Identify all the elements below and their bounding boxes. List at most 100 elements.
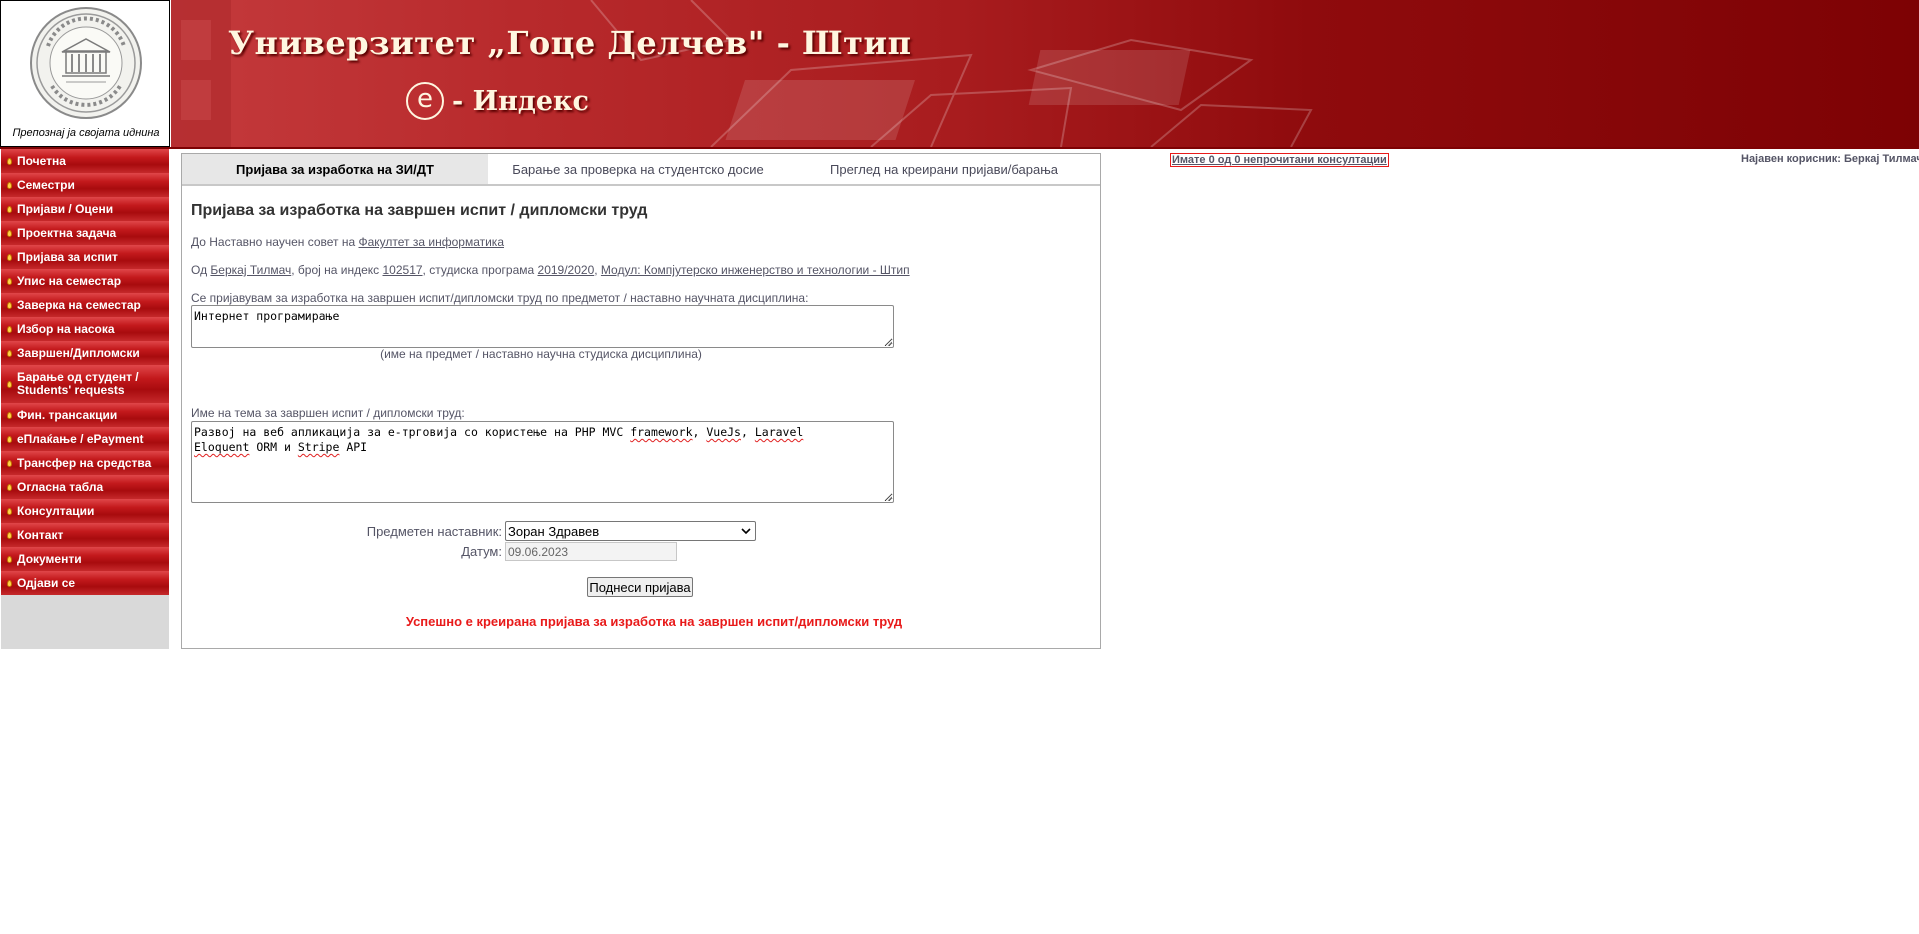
sidebar-item-student-requests[interactable]: Барање од студент / Students' requests bbox=[1, 365, 169, 403]
sidebar-item-exams-grades[interactable]: Пријави / Оцени bbox=[1, 197, 169, 221]
sidebar-item-label: Документи bbox=[17, 551, 82, 566]
mentor-select[interactable]: Зоран Здравев bbox=[505, 521, 756, 541]
recipient-prefix: До Наставно научен совет на bbox=[191, 235, 359, 249]
date-field: 09.06.2023 bbox=[505, 542, 677, 561]
bullet-icon bbox=[7, 277, 12, 285]
topic-word-flagged: Eloquent bbox=[194, 440, 250, 454]
study-year-link[interactable]: 2019/2020 bbox=[538, 263, 595, 277]
mentor-label: Предметен наставник: bbox=[366, 524, 502, 539]
sidebar-item-epayment[interactable]: еПлаќање / ePayment bbox=[1, 427, 169, 451]
index-number-link[interactable]: 102517 bbox=[383, 263, 423, 277]
sidebar-item-label: Проектна задача bbox=[17, 225, 117, 240]
topic-text: , bbox=[740, 425, 755, 439]
sidebar-item-track-selection[interactable]: Избор на насока bbox=[1, 317, 169, 341]
sidebar-item-label: еПлаќање / ePayment bbox=[17, 431, 144, 446]
bullet-icon bbox=[7, 205, 12, 213]
success-message: Успешно е креирана пријава за изработка … bbox=[405, 614, 903, 629]
sidebar-item-notice-board[interactable]: Огласна табла bbox=[1, 475, 169, 499]
topic-word-flagged: VueJs bbox=[706, 425, 741, 439]
sidebar-item-exam-registration[interactable]: Пријава за испит bbox=[1, 245, 169, 269]
study-program-prefix: , студиска програма bbox=[422, 263, 538, 277]
unread-consultations-link[interactable]: Имате 0 од 0 непрочитани консултации bbox=[1170, 153, 1389, 167]
subject-textarea[interactable]: Интернет програмирање bbox=[191, 305, 894, 348]
sidebar-item-label: Пријави / Оцени bbox=[17, 201, 114, 216]
bullet-icon bbox=[7, 435, 12, 443]
e-letter-icon: e bbox=[406, 82, 444, 120]
header: Препознај ја својата иднина Универзитет … bbox=[0, 0, 1919, 149]
bullet-icon bbox=[7, 507, 12, 515]
sidebar-item-label: Одјави се bbox=[17, 575, 76, 590]
bullet-icon bbox=[7, 301, 12, 309]
faculty-link[interactable]: Факултет за информатика bbox=[359, 235, 505, 249]
sidebar-item-label: Трансфер на средства bbox=[17, 455, 152, 470]
bullet-icon bbox=[7, 531, 12, 539]
bullet-icon bbox=[7, 555, 12, 563]
chevron-down-icon bbox=[741, 528, 751, 535]
module-separator: , bbox=[594, 263, 601, 277]
topic-textarea[interactable]: Развој на веб апликација за е-трговија с… bbox=[191, 421, 894, 503]
tab-thesis-application[interactable]: Пријава за изработка на ЗИ/ДТ bbox=[182, 154, 488, 184]
sidebar-nav: Почетна Семестри Пријави / Оцени Проектн… bbox=[1, 149, 169, 649]
sidebar-item-label: Заверка на семестар bbox=[17, 297, 141, 312]
thesis-application-panel: Пријава за изработка на ЗИ/ДТ Барање за … bbox=[181, 153, 1101, 649]
header-divider bbox=[0, 147, 1919, 149]
topic-text: API bbox=[339, 440, 368, 454]
sidebar-item-final-thesis[interactable]: Завршен/Дипломски bbox=[1, 341, 169, 365]
sidebar-item-label: Контакт bbox=[17, 527, 64, 542]
module-link[interactable]: Модул: Компјутерско инженерство и технол… bbox=[601, 263, 910, 277]
student-name-link[interactable]: Беркај Тилмач bbox=[210, 263, 291, 277]
app-title-text: - Индекс bbox=[452, 85, 589, 117]
tab-dossier-check-request[interactable]: Барање за проверка на студентско досие bbox=[488, 154, 788, 184]
topic-text: , bbox=[692, 425, 707, 439]
bullet-icon bbox=[7, 459, 12, 467]
mentor-selected-value: Зоран Здравев bbox=[508, 523, 600, 539]
student-info-line: Од Беркај Тилмач, број на индекс 102517,… bbox=[191, 263, 910, 277]
bullet-icon bbox=[7, 349, 12, 357]
sidebar-item-documents[interactable]: Документи bbox=[1, 547, 169, 571]
sidebar-item-label: Почетна bbox=[17, 153, 66, 168]
topic-word-flagged: framework bbox=[630, 425, 693, 439]
sidebar-item-label: Барање од студент / Students' requests bbox=[17, 370, 139, 397]
sidebar-item-label: Завршен/Дипломски bbox=[17, 345, 140, 360]
topic-text: ORM и bbox=[249, 440, 298, 454]
university-logo: Препознај ја својата иднина bbox=[0, 0, 170, 147]
bullet-icon bbox=[7, 325, 12, 333]
resize-grip-icon[interactable] bbox=[884, 338, 892, 346]
bullet-icon bbox=[7, 380, 12, 388]
topic-text: Развој на веб апликација за е-трговија с… bbox=[194, 425, 631, 439]
bullet-icon bbox=[7, 579, 12, 587]
recipient-line: До Наставно научен совет на Факултет за … bbox=[191, 235, 504, 249]
index-prefix: , број на индекс bbox=[291, 263, 383, 277]
sidebar-item-consultations[interactable]: Консултации bbox=[1, 499, 169, 523]
subject-hint: (име на предмет / наставно научна студис… bbox=[380, 347, 702, 361]
resize-grip-icon[interactable] bbox=[884, 493, 892, 501]
sidebar-item-semester-enrollment[interactable]: Упис на семестар bbox=[1, 269, 169, 293]
sidebar-item-contact[interactable]: Контакт bbox=[1, 523, 169, 547]
sidebar-item-semester-verification[interactable]: Заверка на семестар bbox=[1, 293, 169, 317]
app-title: e - Индекс bbox=[406, 82, 589, 120]
sidebar-item-home[interactable]: Почетна bbox=[1, 149, 169, 173]
form-title: Пријава за изработка на завршен испит / … bbox=[191, 202, 648, 219]
sidebar-item-semesters[interactable]: Семестри bbox=[1, 173, 169, 197]
sidebar-item-financial-transactions[interactable]: Фин. трансакции bbox=[1, 403, 169, 427]
sidebar-item-logout[interactable]: Одјави се bbox=[1, 571, 169, 595]
sidebar-item-label: Семестри bbox=[17, 177, 75, 192]
sidebar-item-label: Пријава за испит bbox=[17, 249, 118, 264]
logged-user-label: Најавен корисник: Беркај Тилмач bbox=[1741, 153, 1919, 165]
bullet-icon bbox=[7, 253, 12, 261]
topic-word-flagged: Laravel bbox=[754, 425, 804, 439]
sidebar-item-project-task[interactable]: Проектна задача bbox=[1, 221, 169, 245]
tab-created-applications-overview[interactable]: Преглед на креирани пријави/барања bbox=[788, 154, 1100, 184]
sidebar-item-label: Огласна табла bbox=[17, 479, 104, 494]
sidebar-item-label: Фин. трансакции bbox=[17, 407, 118, 422]
sidebar-item-funds-transfer[interactable]: Трансфер на средства bbox=[1, 451, 169, 475]
bullet-icon bbox=[7, 483, 12, 491]
submit-application-button[interactable]: Поднеси пријава bbox=[587, 577, 693, 597]
university-title: Универзитет „Гоце Делчев" - Штип bbox=[228, 24, 912, 62]
header-banner: Универзитет „Гоце Делчев" - Штип e - Инд… bbox=[171, 0, 1919, 147]
subject-label: Се пријавувам за изработка на завршен ис… bbox=[191, 291, 809, 305]
banner-background-image bbox=[171, 0, 1313, 147]
sidebar-item-label: Упис на семестар bbox=[17, 273, 122, 288]
bullet-icon bbox=[7, 181, 12, 189]
university-seal-icon bbox=[30, 7, 142, 119]
